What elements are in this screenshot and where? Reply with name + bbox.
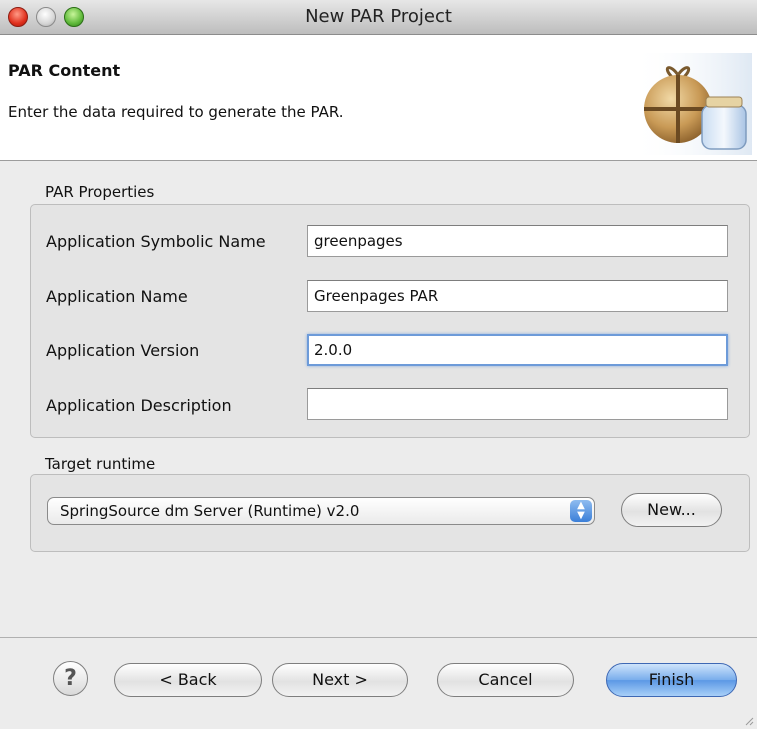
new-par-project-dialog: New PAR Project PAR Content Enter the da… — [0, 0, 757, 729]
par-bundle-icon — [632, 53, 752, 155]
application-description-input[interactable] — [307, 388, 728, 420]
title-bar: New PAR Project — [0, 0, 757, 35]
symbolic-name-label: Application Symbolic Name — [46, 232, 266, 251]
footer-divider — [0, 637, 757, 638]
select-stepper-icon: ▲ ▼ — [570, 500, 592, 522]
target-runtime-select[interactable]: SpringSource dm Server (Runtime) v2.0 ▲ ▼ — [47, 497, 595, 525]
par-properties-heading: PAR Properties — [45, 183, 155, 201]
resize-grip-icon[interactable] — [744, 716, 754, 726]
wizard-header: PAR Content Enter the data required to g… — [0, 35, 757, 161]
target-runtime-heading: Target runtime — [45, 455, 156, 473]
finish-button[interactable]: Finish — [606, 663, 737, 697]
application-version-input[interactable]: 2.0.0 — [307, 334, 728, 366]
cancel-button[interactable]: Cancel — [437, 663, 574, 697]
application-name-label: Application Name — [46, 287, 188, 306]
new-runtime-button[interactable]: New... — [621, 493, 722, 527]
symbolic-name-input[interactable]: greenpages — [307, 225, 728, 257]
page-description: Enter the data required to generate the … — [8, 103, 344, 121]
application-version-label: Application Version — [46, 341, 200, 360]
help-icon[interactable]: ? — [53, 661, 88, 696]
target-runtime-selected-value: SpringSource dm Server (Runtime) v2.0 — [60, 502, 360, 520]
application-description-label: Application Description — [46, 396, 232, 415]
window-title: New PAR Project — [305, 6, 452, 27]
application-name-input[interactable]: Greenpages PAR — [307, 280, 728, 312]
back-button[interactable]: < Back — [114, 663, 262, 697]
page-title: PAR Content — [8, 61, 121, 80]
next-button[interactable]: Next > — [272, 663, 408, 697]
